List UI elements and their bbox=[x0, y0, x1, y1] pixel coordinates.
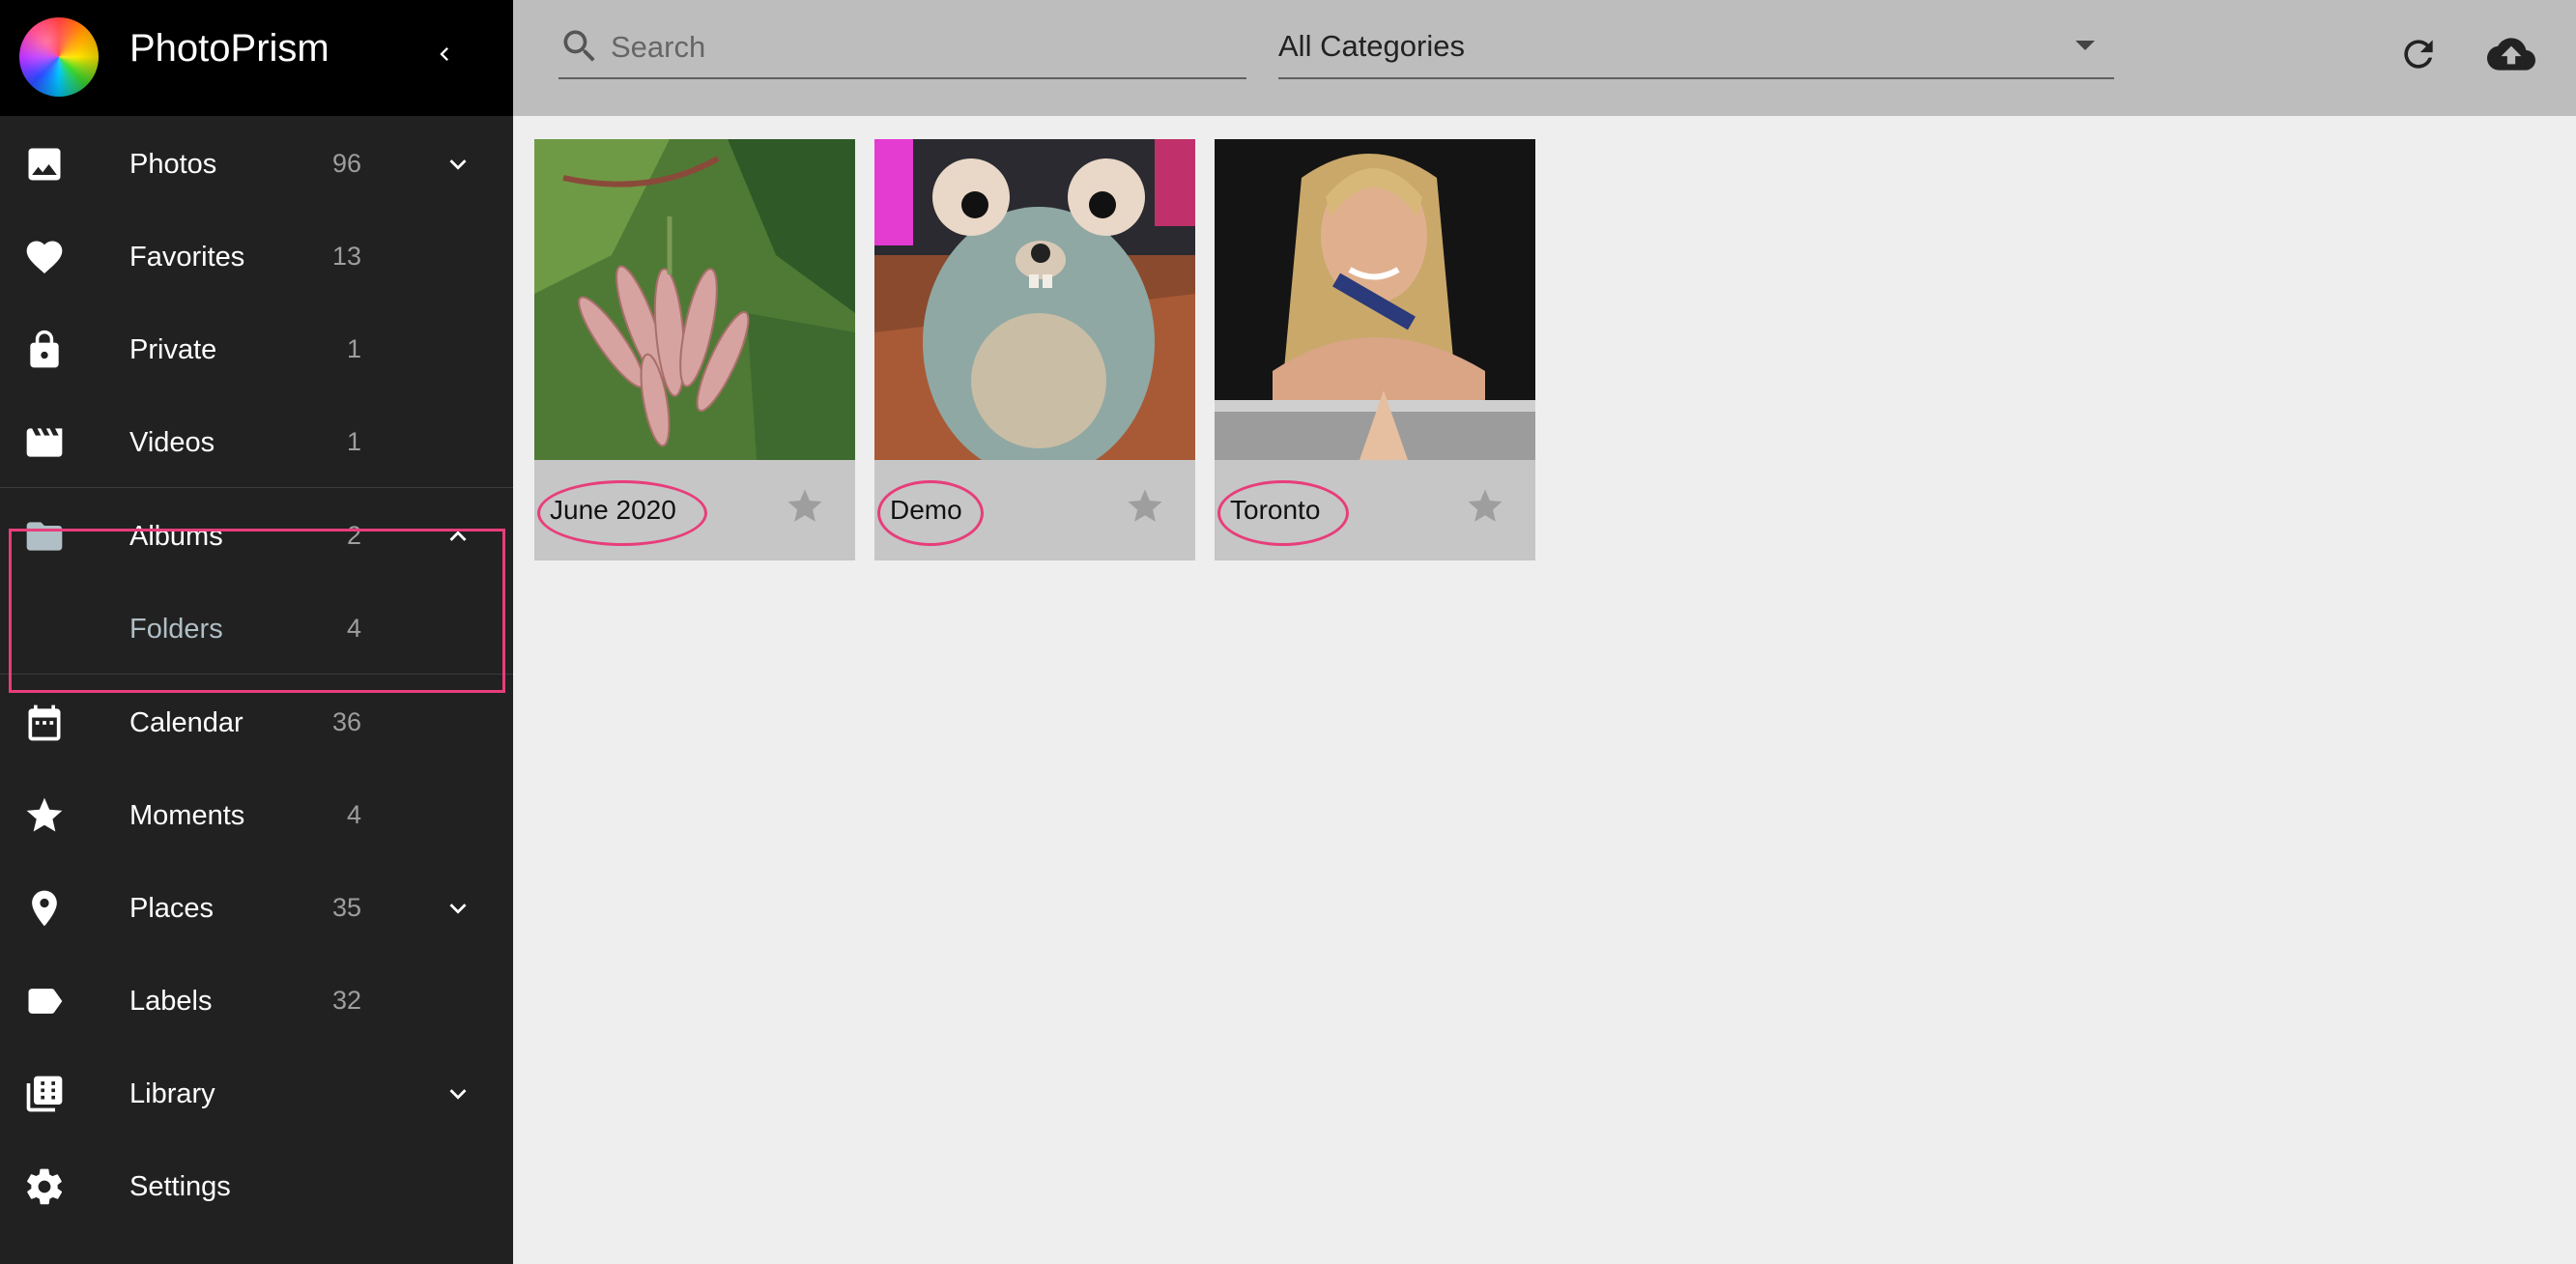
sidebar-item-label: Private bbox=[129, 334, 217, 365]
chevron-down-icon[interactable] bbox=[435, 889, 481, 928]
sidebar-item-albums[interactable]: Albums 2 bbox=[0, 488, 513, 581]
chevron-up-icon[interactable] bbox=[435, 517, 481, 556]
collapse-sidebar-button[interactable] bbox=[415, 29, 473, 79]
sidebar-item-label: Places bbox=[129, 893, 215, 924]
sidebar-item-count: 1 bbox=[346, 427, 361, 456]
sidebar-item-label: Favorites bbox=[129, 242, 245, 273]
album-title: Toronto bbox=[1230, 495, 1321, 525]
favorite-star-icon[interactable] bbox=[784, 485, 826, 528]
lock-icon bbox=[23, 329, 66, 371]
sidebar-item-count: 32 bbox=[331, 986, 361, 1015]
album-card[interactable]: Toronto bbox=[1215, 139, 1535, 560]
search-field bbox=[558, 19, 1246, 79]
album-title: Demo bbox=[890, 495, 962, 525]
sidebar-item-count: 2 bbox=[346, 521, 361, 550]
sidebar-item-count: 35 bbox=[331, 893, 361, 922]
movie-icon bbox=[23, 421, 66, 464]
sidebar-item-settings[interactable]: Settings bbox=[0, 1138, 513, 1231]
category-select[interactable]: All Categories bbox=[1278, 19, 2114, 79]
gear-icon bbox=[23, 1165, 66, 1208]
refresh-button[interactable] bbox=[2391, 27, 2446, 81]
image-icon bbox=[23, 143, 66, 186]
album-thumbnail bbox=[1215, 139, 1535, 460]
album-card[interactable]: Demo bbox=[874, 139, 1195, 560]
category-select-value: All Categories bbox=[1278, 29, 1465, 63]
sidebar-item-moments[interactable]: Moments 4 bbox=[0, 767, 513, 860]
sidebar-item-count: 4 bbox=[346, 800, 361, 829]
app-title: PhotoPrism bbox=[129, 27, 329, 70]
sidebar-item-label: Folders bbox=[129, 614, 223, 645]
upload-button[interactable] bbox=[2484, 27, 2538, 81]
top-toolbar: All Categories bbox=[513, 0, 2576, 116]
sidebar-item-videos[interactable]: Videos 1 bbox=[0, 394, 513, 487]
sidebar-item-favorites[interactable]: Favorites 13 bbox=[0, 209, 513, 302]
folder-icon bbox=[23, 515, 66, 558]
search-input[interactable] bbox=[611, 25, 1229, 70]
refresh-icon bbox=[2404, 40, 2433, 69]
sidebar: PhotoPrism Photos 96 Favorites 13 Privat… bbox=[0, 0, 513, 1264]
search-icon bbox=[563, 30, 595, 62]
album-thumbnail bbox=[534, 139, 855, 460]
sidebar-item-label: Calendar bbox=[129, 707, 243, 738]
sidebar-nav: Photos 96 Favorites 13 Private 1 Videos … bbox=[0, 116, 513, 1231]
place-icon bbox=[23, 887, 66, 930]
sidebar-item-label: Photos bbox=[129, 149, 217, 180]
cloud-upload-icon bbox=[2487, 38, 2535, 71]
dropdown-arrow-icon bbox=[2075, 41, 2095, 50]
sidebar-item-private[interactable]: Private 1 bbox=[0, 302, 513, 394]
library-icon bbox=[23, 1073, 66, 1115]
sidebar-item-label: Albums bbox=[129, 521, 223, 552]
sidebar-item-calendar[interactable]: Calendar 36 bbox=[0, 675, 513, 767]
label-icon bbox=[23, 980, 66, 1022]
sidebar-item-label: Videos bbox=[129, 427, 215, 458]
chevron-down-icon[interactable] bbox=[435, 145, 481, 184]
sidebar-item-label: Moments bbox=[129, 800, 245, 831]
heart-icon bbox=[23, 236, 66, 278]
sidebar-item-label: Library bbox=[129, 1078, 215, 1109]
sidebar-item-library[interactable]: Library bbox=[0, 1046, 513, 1138]
sidebar-item-photos[interactable]: Photos 96 bbox=[0, 116, 513, 209]
sidebar-item-label: Settings bbox=[129, 1171, 231, 1202]
sidebar-item-labels[interactable]: Labels 32 bbox=[0, 953, 513, 1046]
album-thumbnail bbox=[874, 139, 1195, 460]
photoprism-logo[interactable] bbox=[19, 17, 99, 97]
sidebar-item-count: 96 bbox=[331, 149, 361, 178]
album-card[interactable]: June 2020 bbox=[534, 139, 855, 560]
favorite-star-icon[interactable] bbox=[1464, 485, 1506, 528]
sidebar-item-count: 36 bbox=[331, 707, 361, 736]
sidebar-item-count: 4 bbox=[346, 614, 361, 643]
sidebar-item-count: 1 bbox=[346, 334, 361, 363]
star-icon bbox=[23, 794, 66, 837]
sidebar-header: PhotoPrism bbox=[0, 0, 513, 116]
favorite-star-icon[interactable] bbox=[1124, 485, 1166, 528]
sidebar-item-count: 13 bbox=[331, 242, 361, 271]
sidebar-item-label: Labels bbox=[129, 986, 213, 1017]
album-title: June 2020 bbox=[550, 495, 676, 525]
sidebar-item-places[interactable]: Places 35 bbox=[0, 860, 513, 953]
calendar-icon bbox=[23, 702, 66, 744]
chevron-down-icon[interactable] bbox=[435, 1075, 481, 1113]
sidebar-item-folders[interactable]: Folders 4 bbox=[0, 581, 513, 674]
chevron-left-icon bbox=[440, 47, 448, 61]
